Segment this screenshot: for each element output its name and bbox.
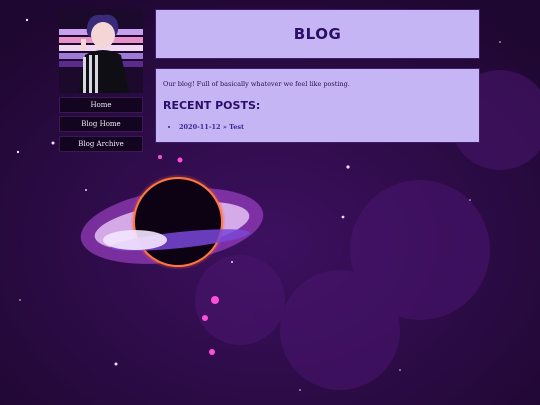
- recent-posts-list: 2020-11-12 » Test: [163, 123, 244, 131]
- post-link[interactable]: 2020-11-12 » Test: [179, 123, 244, 131]
- nav-home-button[interactable]: Home: [59, 97, 143, 113]
- blog-intro-text: Our blog! Full of basically whatever we …: [163, 80, 350, 88]
- recent-posts-heading: RECENT POSTS:: [163, 99, 261, 112]
- header-panel: BLOG: [155, 9, 480, 59]
- nav-blog-archive-button[interactable]: Blog Archive: [59, 136, 143, 152]
- content-panel: Our blog! Full of basically whatever we …: [155, 68, 480, 143]
- nav-blog-home-button[interactable]: Blog Home: [59, 116, 143, 132]
- page-title: BLOG: [293, 25, 342, 43]
- list-item: 2020-11-12 » Test: [179, 123, 244, 131]
- avatar: [59, 9, 143, 93]
